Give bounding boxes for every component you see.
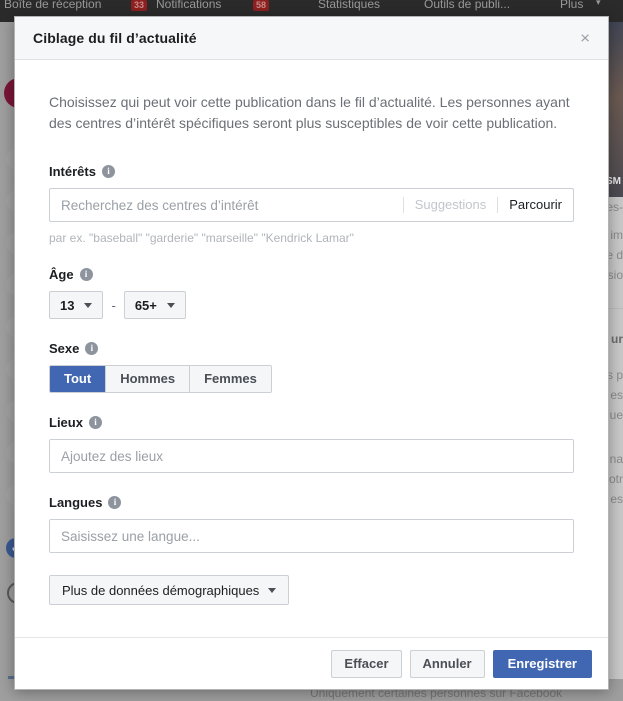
more-demographics-button[interactable]: Plus de données démographiques bbox=[49, 575, 289, 605]
clear-button[interactable]: Effacer bbox=[331, 650, 401, 678]
age-section: Âge i 13 - 65+ bbox=[49, 267, 574, 319]
languages-label-row: Langues i bbox=[49, 495, 574, 510]
page-title: Ciblage du fil d’actualité bbox=[33, 30, 197, 46]
interests-input[interactable]: Recherchez des centres d’intérêt bbox=[50, 198, 403, 213]
gender-option-all[interactable]: Tout bbox=[50, 366, 105, 392]
interests-section: Intérêts i Recherchez des centres d’inté… bbox=[49, 164, 574, 245]
close-icon[interactable]: × bbox=[576, 28, 594, 49]
info-icon[interactable]: i bbox=[80, 268, 93, 281]
age-min-select[interactable]: 13 bbox=[49, 291, 103, 319]
bg-text-fragment: im bbox=[610, 228, 623, 242]
dialog-body: Choisissez qui peut voir cette publicati… bbox=[15, 60, 608, 637]
gender-section: Sexe i Tout Hommes Femmes bbox=[49, 341, 574, 393]
browse-button[interactable]: Parcourir bbox=[497, 197, 573, 213]
languages-section: Langues i Saisissez une langue... bbox=[49, 495, 574, 553]
chevron-down-icon bbox=[268, 588, 276, 593]
age-max-select[interactable]: 65+ bbox=[124, 291, 186, 319]
chevron-down-icon bbox=[84, 303, 92, 308]
info-icon[interactable]: i bbox=[89, 416, 102, 429]
bg-text-fragment: s p bbox=[607, 368, 623, 382]
locations-label: Lieux bbox=[49, 415, 83, 430]
info-icon[interactable]: i bbox=[108, 496, 121, 509]
news-feed-targeting-dialog: Ciblage du fil d’actualité × Choisissez … bbox=[14, 16, 609, 690]
age-label-row: Âge i bbox=[49, 267, 574, 282]
save-button[interactable]: Enregistrer bbox=[493, 650, 592, 678]
locations-input[interactable]: Ajoutez des lieux bbox=[50, 449, 573, 464]
bg-text-fragment: ur bbox=[611, 332, 623, 346]
bg-nav-notifications[interactable]: Notifications bbox=[156, 0, 221, 11]
info-icon[interactable]: i bbox=[85, 342, 98, 355]
bg-text-fragment: na bbox=[610, 452, 623, 466]
languages-input-wrapper[interactable]: Saisissez une langue... bbox=[49, 519, 574, 553]
more-demographics-label: Plus de données démographiques bbox=[62, 583, 259, 598]
interests-label-row: Intérêts i bbox=[49, 164, 574, 179]
bg-nav-insights[interactable]: Statistiques bbox=[318, 0, 380, 11]
locations-section: Lieux i Ajoutez des lieux bbox=[49, 415, 574, 473]
bg-nav-notifications-badge: 58 bbox=[253, 0, 269, 11]
gender-option-women[interactable]: Femmes bbox=[189, 366, 271, 392]
age-min-value: 13 bbox=[60, 298, 74, 313]
info-icon[interactable]: i bbox=[102, 165, 115, 178]
languages-input[interactable]: Saisissez une langue... bbox=[50, 529, 573, 544]
bg-text-fragment: es bbox=[610, 388, 623, 402]
interests-input-wrapper[interactable]: Recherchez des centres d’intérêt Suggest… bbox=[49, 188, 574, 222]
locations-label-row: Lieux i bbox=[49, 415, 574, 430]
gender-segmented-control: Tout Hommes Femmes bbox=[49, 365, 272, 393]
bg-text-fragment: es bbox=[610, 492, 623, 506]
dialog-header: Ciblage du fil d’actualité × bbox=[15, 17, 608, 60]
locations-input-wrapper[interactable]: Ajoutez des lieux bbox=[49, 439, 574, 473]
gender-label: Sexe bbox=[49, 341, 79, 356]
bg-text-fragment: sio bbox=[608, 268, 623, 282]
bg-text-fragment: ue bbox=[610, 408, 623, 422]
interests-hint: par ex. "baseball" "garderie" "marseille… bbox=[49, 231, 574, 245]
languages-label: Langues bbox=[49, 495, 102, 510]
bg-nav-publishing[interactable]: Outils de publi... bbox=[424, 0, 510, 11]
age-range-separator: - bbox=[111, 298, 115, 313]
age-range-row: 13 - 65+ bbox=[49, 291, 574, 319]
interests-label: Intérêts bbox=[49, 164, 96, 179]
bg-nav-inbox[interactable]: Boîte de réception bbox=[4, 0, 101, 11]
gender-label-row: Sexe i bbox=[49, 341, 574, 356]
suggestions-button[interactable]: Suggestions bbox=[403, 197, 498, 213]
bg-nav-more[interactable]: Plus bbox=[560, 0, 583, 11]
bg-nav-inbox-badge: 33 bbox=[131, 0, 147, 11]
chevron-down-icon bbox=[167, 303, 175, 308]
more-demographics-section: Plus de données démographiques bbox=[49, 575, 574, 605]
gender-option-men[interactable]: Hommes bbox=[105, 366, 189, 392]
age-label: Âge bbox=[49, 267, 74, 282]
dialog-footer: Effacer Annuler Enregistrer bbox=[15, 637, 608, 689]
age-max-value: 65+ bbox=[135, 298, 157, 313]
cancel-button[interactable]: Annuler bbox=[410, 650, 485, 678]
chevron-down-icon: ▾ bbox=[596, 0, 601, 8]
dialog-description: Choisissez qui peut voir cette publicati… bbox=[49, 92, 574, 134]
bg-text-fragment: otr bbox=[609, 472, 623, 486]
